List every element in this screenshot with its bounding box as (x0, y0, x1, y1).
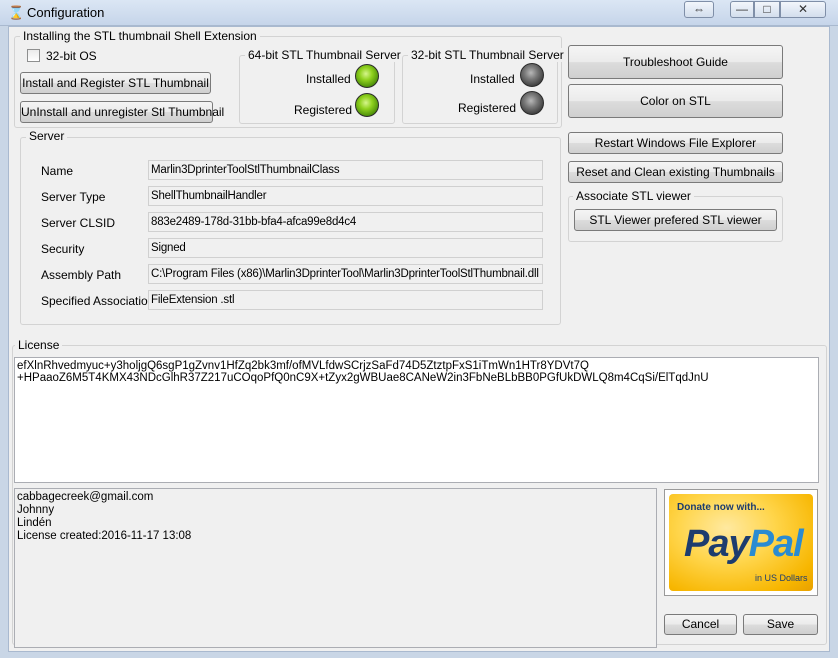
server64-installed-led-icon (355, 64, 379, 88)
license-title: License (15, 338, 63, 352)
paypal-donate-text: Donate now with... (677, 502, 765, 513)
minimize-button[interactable]: — (730, 1, 754, 18)
server-type-label: Server Type (41, 190, 106, 204)
restart-file-explorer-button[interactable]: Restart Windows File Explorer (568, 132, 783, 154)
resize-arrows-icon[interactable]: ⇔ (684, 1, 714, 18)
server32-registered-led-icon (520, 91, 544, 115)
app-icon: ⌛ (8, 5, 25, 20)
license-first-name: Johnny (17, 504, 55, 516)
license-email: cabbagecreek@gmail.com (17, 491, 154, 503)
server32-registered-label: Registered (458, 101, 517, 115)
save-button[interactable]: Save (743, 614, 818, 635)
server-clsid-field: 883e2489-178d-31bb-bfa4-afca99e8d4c4 (148, 212, 543, 232)
paypal-logo: PayPal (684, 523, 804, 565)
server-clsid-label: Server CLSID (41, 216, 116, 230)
color-on-stl-button[interactable]: Color on STL (568, 84, 783, 118)
close-button[interactable]: ✕ (780, 1, 826, 18)
license-last-name: Lindén (17, 517, 52, 529)
uninstall-unregister-button[interactable]: UnInstall and unregister Stl Thumbnail (20, 101, 224, 123)
security-field: Signed (148, 238, 543, 258)
stl-viewer-button[interactable]: STL Viewer prefered STL viewer (574, 209, 777, 231)
server-name-field: Marlin3DprinterToolStlThumbnailClass (148, 160, 543, 180)
window-title: Configuration (27, 5, 105, 20)
specified-associations-label: Specified Associations (41, 294, 161, 308)
assembly-path-label: Assembly Path (41, 268, 122, 282)
license-key-textarea[interactable]: efXlnRhvedmyuc+y3holjgQ6sgP1gZvnv1HfZq2b… (14, 357, 819, 483)
paypal-currency-text: in US Dollars (755, 573, 808, 583)
checkbox-32bit-os[interactable] (27, 49, 40, 62)
license-created: License created:2016-11-17 13:08 (17, 530, 192, 542)
server-name-label: Name (41, 164, 74, 178)
security-label: Security (41, 242, 85, 256)
associate-viewer-title: Associate STL viewer (573, 189, 694, 203)
install-register-button[interactable]: Install and Register STL Thumbnail (20, 72, 211, 94)
checkbox-32bit-os-label: 32-bit OS (46, 49, 97, 63)
server32-title: 32-bit STL Thumbnail Server (408, 48, 567, 62)
maximize-button[interactable]: □ (754, 1, 780, 18)
server32-installed-led-icon (520, 63, 544, 87)
troubleshoot-guide-button[interactable]: Troubleshoot Guide (568, 45, 783, 79)
server32-installed-label: Installed (470, 72, 515, 86)
install-group-title: Installing the STL thumbnail Shell Exten… (20, 29, 260, 43)
server64-installed-label: Installed (306, 72, 351, 86)
server-group-title: Server (26, 129, 68, 143)
server-type-field: ShellThumbnailHandler (148, 186, 543, 206)
paypal-donate-button[interactable]: Donate now with... PayPal in US Dollars (664, 489, 818, 596)
paypal-logo-pal: Pal (748, 523, 804, 565)
server64-title: 64-bit STL Thumbnail Server (245, 48, 404, 62)
server64-registered-led-icon (355, 93, 379, 117)
specified-associations-field: FileExtension .stl (148, 290, 543, 310)
cancel-button[interactable]: Cancel (664, 614, 737, 635)
paypal-logo-pay: Pay (684, 523, 750, 565)
assembly-path-field: C:\Program Files (x86)\Marlin3DprinterTo… (148, 264, 543, 284)
server64-registered-label: Registered (294, 103, 353, 117)
license-info-area: cabbagecreek@gmail.com Johnny Lindén Lic… (14, 488, 657, 648)
title-bar[interactable]: ⌛ Configuration ⇔ — □ ✕ (0, 0, 838, 26)
reset-thumbnails-button[interactable]: Reset and Clean existing Thumbnails (568, 161, 783, 183)
paypal-badge-icon: Donate now with... PayPal in US Dollars (669, 494, 813, 591)
